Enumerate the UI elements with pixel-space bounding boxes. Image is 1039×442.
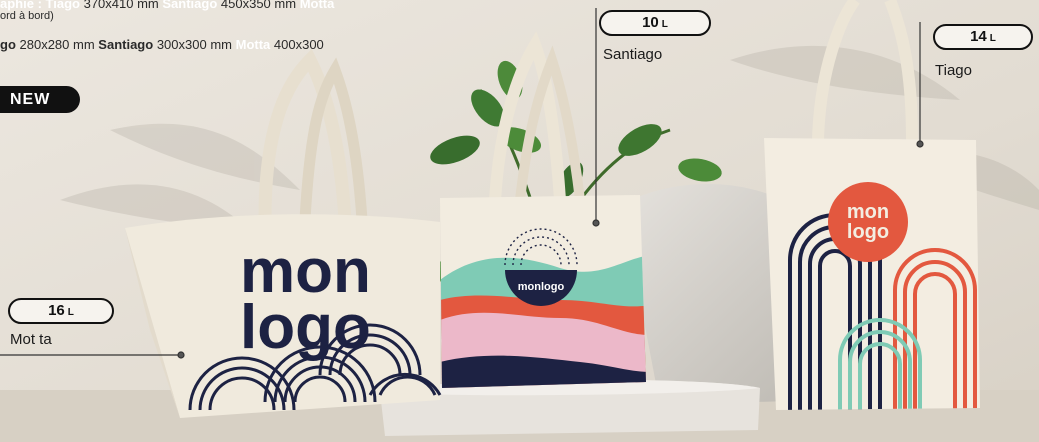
capacity-value: 14: [970, 28, 987, 45]
spec-name-santiago: Santiago: [98, 37, 154, 52]
product-photo: mon logo monlogo mon logo: [0, 0, 1039, 442]
tiago-logo-logo: logo: [847, 221, 889, 243]
capacity-value: 16: [48, 302, 65, 319]
spec-size-tiago: 280x280 mm: [19, 37, 95, 52]
bag-name-santiago: Santiago: [603, 46, 663, 63]
spec-size-santiago: 300x300 mm: [156, 37, 232, 52]
capacity-pill-santiago: 10 L: [599, 10, 711, 36]
capacity-unit: L: [67, 307, 74, 318]
capacity-pill-tiago: 14 L: [933, 24, 1033, 50]
spec-size-motta: 400x300: [273, 37, 324, 52]
spec-name-motta: Motta: [299, 0, 335, 11]
spec-size-santiago: 450x350 mm: [220, 0, 297, 11]
spec-name-tiago: go: [0, 37, 16, 52]
bag-name-tiago: Tiago: [935, 62, 972, 79]
spec-note: ord à bord): [0, 10, 54, 22]
spec-line-dimensions: go 280x280 mm Santiago 300x300 mm Motta …: [0, 37, 324, 52]
new-badge: NEW: [0, 86, 80, 113]
spec-name-santiago: Santiago: [162, 0, 218, 11]
capacity-unit: L: [661, 19, 668, 30]
tiago-logo-mon: mon: [847, 201, 889, 223]
capacity-value: 10: [642, 14, 659, 31]
capacity-pill-motta: 16 L: [8, 298, 114, 324]
bag-name-motta: Mot ta: [10, 331, 52, 348]
spec-size-tiago: 370x410 mm: [83, 0, 159, 11]
santiago-logo: monlogo: [518, 281, 565, 293]
capacity-unit: L: [989, 33, 996, 44]
spec-name-motta: Motta: [235, 37, 271, 52]
